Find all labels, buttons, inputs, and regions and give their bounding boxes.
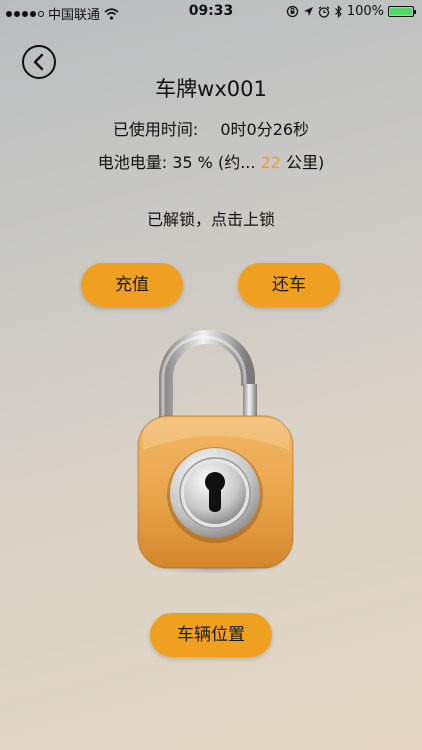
- battery-fill: [390, 8, 412, 15]
- chevron-left-icon: [33, 53, 44, 71]
- recharge-button[interactable]: 充值: [81, 263, 183, 307]
- bluetooth-icon: [334, 5, 342, 18]
- status-bar: 中国联通 09:33 100%: [0, 0, 422, 24]
- location-arrow-icon: [303, 7, 313, 16]
- return-car-button[interactable]: 还车: [238, 263, 340, 307]
- vehicle-location-button[interactable]: 车辆位置: [150, 613, 272, 657]
- battery-percent-unit: %: [197, 153, 213, 172]
- battery-icon: [388, 6, 416, 17]
- status-right: 100%: [286, 4, 416, 19]
- battery-label: 电池电量:: [97, 153, 168, 172]
- page-title: 车牌wx001: [155, 77, 267, 101]
- lock-status-text: 已解锁，点击上锁: [146, 210, 275, 229]
- usage-time-value: 0时0分26秒: [220, 120, 310, 139]
- range-value: 22: [260, 153, 281, 172]
- range-approx-prefix: (约...: [217, 153, 256, 172]
- battery-percent: 100%: [346, 4, 384, 19]
- padlock-open-icon[interactable]: [131, 330, 301, 580]
- battery-percent-value: 35: [172, 153, 193, 172]
- usage-time-label: 已使用时间:: [112, 120, 199, 139]
- rotation-lock-icon: [286, 5, 298, 18]
- alarm-icon: [318, 5, 330, 18]
- usage-time-line: 已使用时间: 0时0分26秒: [0, 116, 422, 140]
- range-unit: 公里): [286, 153, 325, 172]
- battery-info-line: 电池电量: 35 % (约... 22 公里): [0, 149, 422, 173]
